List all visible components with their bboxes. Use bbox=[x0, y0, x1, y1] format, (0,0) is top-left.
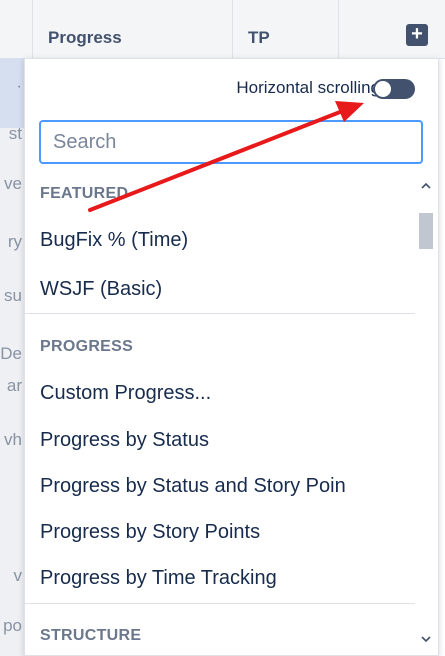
column-header-progress[interactable]: Progress bbox=[48, 28, 122, 48]
list-item[interactable]: WSJF (Basic) bbox=[40, 278, 412, 301]
section-heading-featured: FEATURED bbox=[40, 185, 129, 202]
section-heading-structure: STRUCTURE bbox=[40, 627, 142, 644]
column-header-tp[interactable]: TP bbox=[248, 28, 270, 48]
table-cell: ar bbox=[6, 376, 22, 395]
table-cell: vh bbox=[4, 430, 22, 449]
column-option-list: FEATURED BugFix % (Time) WSJF (Basic) PR… bbox=[25, 177, 415, 655]
column-picker-panel: Horizontal scrolling FEATURED BugFix % (… bbox=[24, 58, 439, 656]
column-separator bbox=[338, 0, 339, 58]
list-item[interactable]: BugFix % (Time) bbox=[40, 229, 412, 252]
table-cell: ry bbox=[7, 232, 22, 251]
table-left-column: · st ve ry su De ar vh v po bbox=[0, 58, 24, 656]
list-item[interactable]: Progress by Status bbox=[40, 429, 412, 452]
add-column-icon[interactable]: + bbox=[406, 24, 428, 46]
table-cell: De bbox=[0, 344, 22, 363]
search-field[interactable] bbox=[39, 120, 423, 164]
table-cell: · bbox=[16, 76, 22, 95]
column-separator bbox=[32, 0, 33, 58]
section-divider bbox=[25, 603, 415, 604]
scrollbar-thumb[interactable] bbox=[419, 213, 433, 249]
table-header: Progress TP + bbox=[0, 0, 445, 59]
column-separator bbox=[232, 0, 233, 58]
table-cell: st bbox=[8, 124, 22, 143]
table-cell: ve bbox=[4, 174, 22, 193]
scroll-up-icon[interactable] bbox=[419, 179, 433, 198]
search-input[interactable] bbox=[51, 122, 415, 162]
scroll-down-icon[interactable] bbox=[419, 632, 433, 651]
horizontal-scrolling-toggle[interactable] bbox=[373, 79, 415, 99]
list-item[interactable]: Progress by Status and Story Poin bbox=[40, 475, 412, 498]
list-item[interactable]: Progress by Time Tracking bbox=[40, 567, 412, 590]
section-divider bbox=[25, 313, 415, 314]
horizontal-scrolling-label: Horizontal scrolling bbox=[236, 78, 380, 97]
list-item[interactable]: Custom Progress... bbox=[40, 382, 412, 405]
table-cell: v bbox=[13, 566, 23, 585]
table-cell: su bbox=[4, 286, 22, 305]
toggle-knob bbox=[375, 81, 391, 97]
list-scrollbar[interactable] bbox=[415, 177, 437, 655]
list-item[interactable]: Progress by Story Points bbox=[40, 521, 412, 544]
section-heading-progress: PROGRESS bbox=[40, 338, 134, 355]
horizontal-scrolling-row: Horizontal scrolling bbox=[25, 77, 438, 101]
table-cell: po bbox=[3, 616, 22, 635]
